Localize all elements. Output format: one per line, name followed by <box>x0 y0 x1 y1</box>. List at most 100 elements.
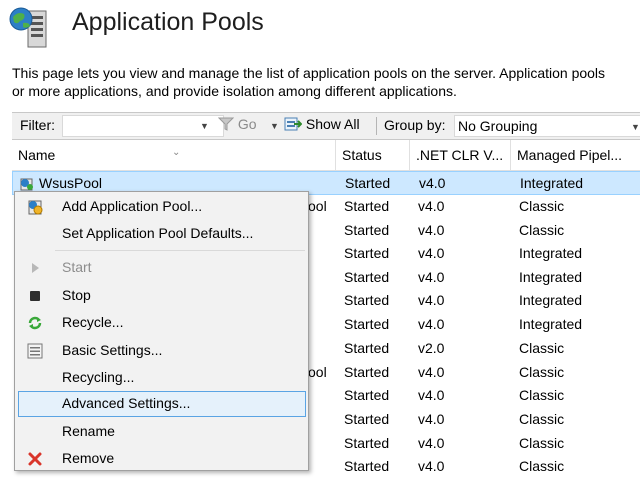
show-all-icon <box>284 117 303 131</box>
menu-item-advanced-settings[interactable]: Advanced Settings... <box>18 391 306 417</box>
menu-item-start: Start <box>18 255 306 281</box>
show-all-label: Show All <box>305 116 360 132</box>
menu-item-label: Add Application Pool... <box>62 198 203 214</box>
recycle-icon <box>28 316 42 330</box>
menu-item-label: Advanced Settings... <box>62 395 191 411</box>
pool-name: ool <box>308 198 327 214</box>
menu-item-rename[interactable]: Rename <box>18 419 306 445</box>
menu-item-label: Recycling... <box>62 369 135 385</box>
column-name-label: Name <box>18 147 56 163</box>
funnel-icon <box>217 117 235 131</box>
pool-clr-version: v4.0 <box>418 292 445 309</box>
grid-header: Name ⌄ Status .NET CLR V... Managed Pipe… <box>12 140 640 171</box>
column-status-label: Status <box>342 147 382 163</box>
stop-icon <box>30 290 40 301</box>
menu-separator <box>55 250 305 251</box>
filter-dropdown-arrow-icon[interactable]: ▼ <box>200 121 209 131</box>
pool-status: Started <box>344 458 390 475</box>
column-pipeline-label: Managed Pipel... <box>517 147 623 163</box>
pool-clr-version: v4.0 <box>419 175 446 191</box>
pool-pipeline: Classic <box>519 339 565 356</box>
pool-status: Started <box>344 292 390 309</box>
group-by-label: Group by: <box>384 117 446 133</box>
menu-item-basic-settings[interactable]: Basic Settings... <box>18 338 306 364</box>
pool-clr-version: v4.0 <box>418 221 445 238</box>
menu-item-label: Rename <box>62 423 115 439</box>
add-pool-icon <box>28 200 43 215</box>
menu-item-label: Set Application Pool Defaults... <box>62 225 254 241</box>
menu-item-add-application-pool[interactable]: Add Application Pool... <box>18 194 306 220</box>
column-header-pipeline[interactable]: Managed Pipel... <box>511 140 640 170</box>
menu-item-label: Stop <box>62 286 91 303</box>
pool-pipeline: Integrated <box>519 268 583 285</box>
group-by-dropdown-arrow-icon: ▼ <box>631 122 640 132</box>
pool-name: ool <box>308 363 327 380</box>
column-header-status[interactable]: Status <box>336 140 410 170</box>
description-line-1: This page lets you view and manage the l… <box>12 65 606 81</box>
menu-item-recycling[interactable]: Recycling... <box>18 365 306 391</box>
pool-status: Started <box>344 387 390 404</box>
menu-item-remove[interactable]: Remove <box>18 446 306 472</box>
group-by-value: No Grouping <box>458 118 538 134</box>
pool-status: Started <box>344 198 390 214</box>
pool-pipeline: Integrated <box>519 245 583 261</box>
toolbar-divider <box>376 117 377 135</box>
pool-status: Started <box>344 268 390 285</box>
pool-clr-version: v4.0 <box>418 458 445 475</box>
filter-toolbar: Filter: ▼ Go ▼ Show All Group by: No Gro… <box>12 112 640 140</box>
pool-status: Started <box>344 245 390 261</box>
go-label: Go <box>237 116 257 132</box>
context-menu: Add Application Pool... Set Application … <box>14 191 309 471</box>
pool-clr-version: v4.0 <box>418 434 445 451</box>
pool-status: Started <box>344 434 390 451</box>
menu-item-label: Basic Settings... <box>62 341 163 358</box>
pool-pipeline: Integrated <box>519 292 583 309</box>
menu-item-set-defaults[interactable]: Set Application Pool Defaults... <box>18 221 306 247</box>
pool-status: Started <box>344 221 390 238</box>
pool-pipeline: Classic <box>519 221 565 238</box>
group-by-select[interactable]: No Grouping ▼ <box>454 115 640 137</box>
pool-pipeline: Classic <box>519 458 565 475</box>
pool-pipeline: Classic <box>519 363 565 380</box>
page-description: This page lets you view and manage the l… <box>12 64 640 100</box>
go-dropdown-arrow-icon[interactable]: ▼ <box>270 121 279 131</box>
pool-pipeline: Classic <box>519 434 565 451</box>
menu-item-label: Start <box>62 259 92 275</box>
pool-clr-version: v4.0 <box>418 410 445 427</box>
pool-pipeline: Integrated <box>520 175 584 191</box>
menu-item-stop[interactable]: Stop <box>18 283 306 309</box>
column-header-name[interactable]: Name ⌄ <box>12 140 336 170</box>
pool-status: Started <box>344 410 390 427</box>
pool-status: Started <box>345 175 391 191</box>
pool-pipeline: Classic <box>519 410 565 427</box>
pool-pipeline: Integrated <box>519 316 583 333</box>
go-button[interactable]: Go <box>217 116 257 132</box>
play-icon <box>32 263 39 273</box>
pool-pipeline: Classic <box>519 198 565 214</box>
pool-clr-version: v4.0 <box>418 387 445 404</box>
page-title: Application Pools <box>72 8 264 36</box>
pool-clr-version: v4.0 <box>418 198 445 214</box>
sort-caret-icon: ⌄ <box>172 147 181 158</box>
description-line-2: or more applications, and provide isolat… <box>12 83 457 99</box>
pool-status: Started <box>344 363 390 380</box>
pool-clr-version: v4.0 <box>418 316 445 333</box>
pool-clr-version: v4.0 <box>418 268 445 285</box>
application-pool-icon <box>20 178 33 191</box>
filter-label: Filter: <box>20 117 55 133</box>
menu-item-label: Recycle... <box>62 314 124 330</box>
pool-status: Started <box>344 339 390 356</box>
pool-clr-version: v4.0 <box>418 363 445 380</box>
application-pools-icon <box>9 7 47 48</box>
pool-status: Started <box>344 316 390 333</box>
pool-clr-version: v2.0 <box>418 339 445 356</box>
column-clr-label: .NET CLR V... <box>416 147 504 163</box>
remove-x-icon <box>28 452 42 466</box>
settings-icon <box>27 343 43 358</box>
column-header-clr[interactable]: .NET CLR V... <box>410 140 511 170</box>
show-all-button[interactable]: Show All <box>284 116 360 132</box>
menu-item-recycle[interactable]: Recycle... <box>18 310 306 336</box>
pool-pipeline: Classic <box>519 387 565 404</box>
menu-item-label: Remove <box>62 450 115 466</box>
pool-clr-version: v4.0 <box>418 245 445 261</box>
